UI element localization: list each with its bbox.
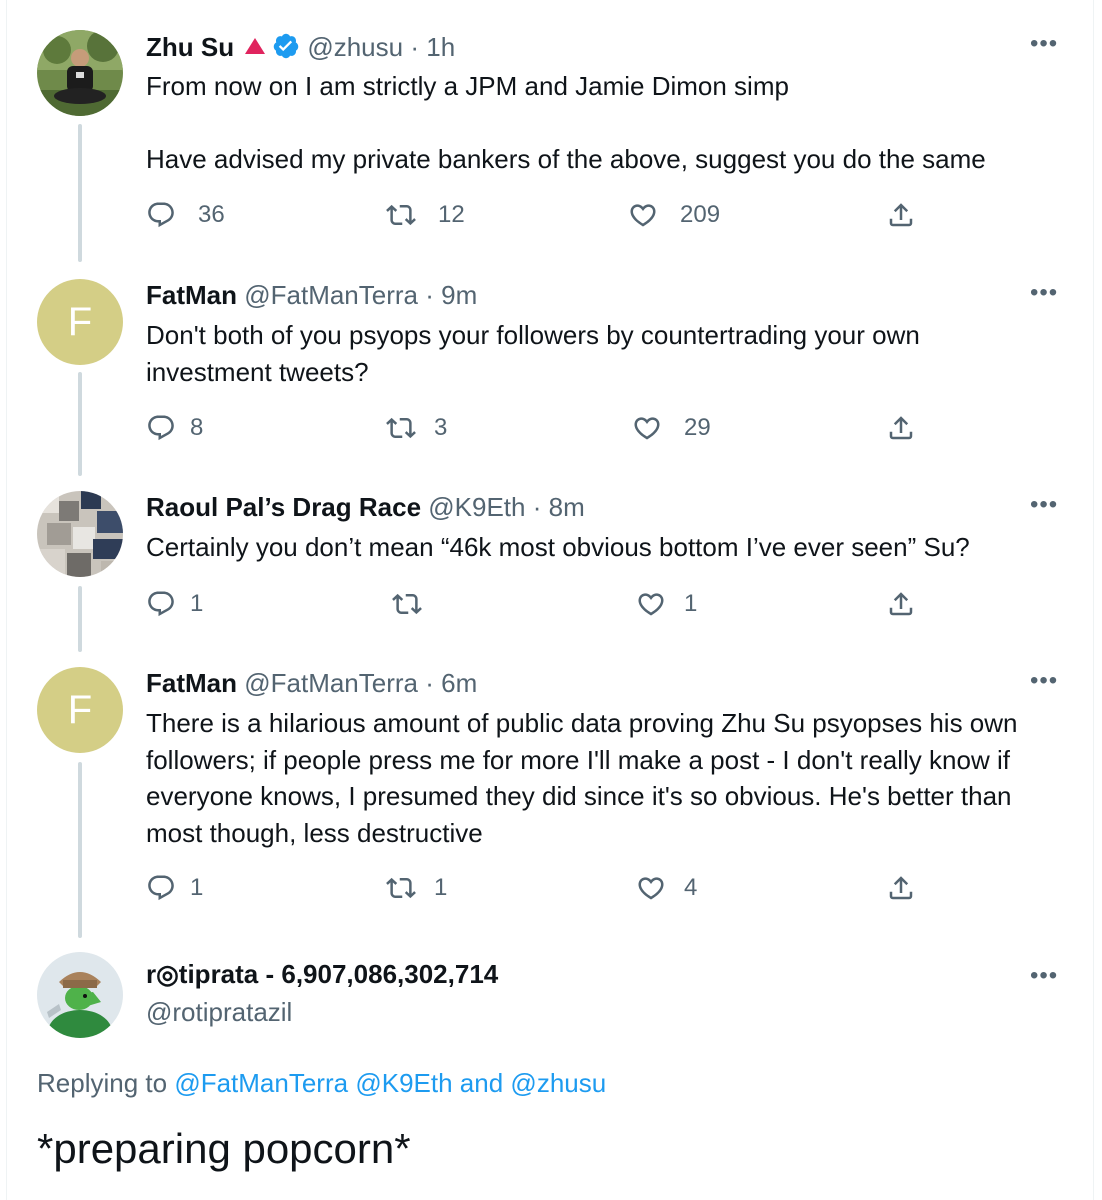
more-icon[interactable]: ••• bbox=[1030, 667, 1058, 695]
author-name[interactable]: FatMan bbox=[146, 280, 237, 310]
reply-count: 8 bbox=[190, 414, 204, 441]
avatar[interactable] bbox=[37, 491, 123, 577]
author-handle[interactable]: @zhusu bbox=[307, 32, 403, 62]
thread-line bbox=[78, 124, 82, 262]
like-button[interactable]: 29 bbox=[632, 413, 711, 443]
separator: · bbox=[425, 280, 434, 310]
author-name[interactable]: Raoul Pal’s Drag Race bbox=[146, 492, 421, 522]
share-button[interactable] bbox=[886, 413, 916, 443]
reply-count: 1 bbox=[190, 590, 204, 617]
tweet-header-handle: @rotipratazil bbox=[146, 996, 292, 1028]
retweet-icon bbox=[386, 204, 416, 226]
avatar[interactable] bbox=[37, 30, 123, 116]
share-icon bbox=[889, 876, 913, 900]
verified-badge-icon bbox=[272, 32, 300, 67]
retweet-count: 12 bbox=[438, 201, 465, 228]
avatar[interactable]: F bbox=[37, 667, 123, 753]
reply-count: 36 bbox=[198, 201, 225, 228]
replying-link[interactable]: @K9Eth bbox=[355, 1068, 452, 1098]
avatar[interactable] bbox=[37, 952, 123, 1038]
thread-line bbox=[78, 372, 82, 476]
timestamp[interactable]: 1h bbox=[426, 32, 455, 62]
reply-button[interactable]: 1 bbox=[146, 589, 203, 619]
tweet-header: Raoul Pal’s Drag Race @K9Eth · 8m bbox=[146, 491, 585, 523]
replying-prefix: Replying to bbox=[37, 1068, 168, 1098]
more-icon[interactable]: ••• bbox=[1030, 491, 1058, 519]
heart-icon bbox=[638, 593, 664, 616]
timestamp[interactable]: 8m bbox=[549, 492, 585, 522]
retweet-icon bbox=[386, 877, 416, 899]
like-button[interactable]: 209 bbox=[628, 200, 720, 230]
tweet-text: From now on I am strictly a JPM and Jami… bbox=[146, 71, 986, 174]
tweet-header: FatMan @FatManTerra · 6m bbox=[146, 667, 477, 699]
like-count: 29 bbox=[684, 414, 711, 441]
retweet-button[interactable] bbox=[392, 589, 444, 619]
reply-icon bbox=[148, 415, 174, 441]
more-icon[interactable]: ••• bbox=[1030, 279, 1058, 307]
focus-tweet-text: *preparing popcorn* bbox=[37, 1125, 411, 1172]
timestamp[interactable]: 9m bbox=[441, 280, 477, 310]
timestamp[interactable]: 6m bbox=[441, 668, 477, 698]
author-handle[interactable]: @FatManTerra bbox=[244, 280, 418, 310]
heart-icon bbox=[630, 204, 656, 227]
separator: · bbox=[532, 492, 542, 522]
like-count: 1 bbox=[684, 590, 698, 617]
like-button[interactable]: 1 bbox=[636, 589, 697, 619]
retweet-button[interactable]: 12 bbox=[386, 200, 465, 230]
author-name[interactable]: FatMan bbox=[146, 668, 237, 698]
tweet-text: Don't both of you psyops your followers … bbox=[146, 320, 920, 387]
thread-line bbox=[78, 586, 82, 652]
retweet-count: 1 bbox=[434, 874, 448, 901]
author-name[interactable]: r◎tiprata - 6,907,086,302,714 bbox=[146, 959, 498, 989]
reply-icon bbox=[148, 875, 174, 901]
author-name[interactable]: Zhu Su bbox=[146, 32, 234, 62]
retweet-icon bbox=[392, 593, 422, 615]
reply-button[interactable]: 36 bbox=[146, 200, 225, 230]
like-button[interactable]: 4 bbox=[636, 873, 697, 903]
tweet-actions: 8 3 29 bbox=[146, 413, 936, 449]
tweet-actions: 36 12 209 bbox=[146, 200, 936, 236]
heart-icon bbox=[634, 417, 660, 440]
reply-button[interactable]: 1 bbox=[146, 873, 203, 903]
share-button[interactable] bbox=[886, 589, 916, 619]
author-handle[interactable]: @FatManTerra bbox=[244, 668, 418, 698]
author-handle[interactable]: @K9Eth bbox=[428, 492, 525, 522]
more-icon[interactable]: ••• bbox=[1030, 962, 1058, 990]
tweet-header: r◎tiprata - 6,907,086,302,714 bbox=[146, 958, 498, 990]
separator: · bbox=[425, 668, 434, 698]
share-button[interactable] bbox=[886, 200, 916, 230]
share-icon bbox=[889, 592, 913, 616]
like-count: 209 bbox=[680, 201, 721, 228]
retweet-icon bbox=[386, 417, 416, 439]
share-icon bbox=[889, 416, 913, 440]
share-icon bbox=[889, 203, 913, 227]
like-count: 4 bbox=[684, 874, 698, 901]
more-icon[interactable]: ••• bbox=[1030, 30, 1058, 58]
replying-to: Replying to @FatManTerra @K9Eth and @zhu… bbox=[37, 1068, 606, 1099]
reply-count: 1 bbox=[190, 874, 204, 901]
tweet-header: FatMan @FatManTerra · 9m bbox=[146, 279, 477, 311]
retweet-count: 3 bbox=[434, 414, 448, 441]
tweet-header: Zhu Su @zhusu · 1h bbox=[146, 30, 455, 67]
retweet-button[interactable]: 3 bbox=[386, 413, 447, 443]
tweet-text: There is a hilarious amount of public da… bbox=[146, 708, 1018, 848]
replying-link[interactable]: @FatManTerra bbox=[174, 1068, 348, 1098]
tweet-actions: 1 1 4 bbox=[146, 873, 936, 909]
thread-line bbox=[78, 762, 82, 938]
tweet-text: Certainly you don’t mean “46k most obvio… bbox=[146, 532, 970, 562]
avatar[interactable]: F bbox=[37, 279, 123, 365]
retweet-button[interactable]: 1 bbox=[386, 873, 447, 903]
reply-button[interactable]: 8 bbox=[146, 413, 203, 443]
red-triangle-icon bbox=[244, 30, 266, 62]
reply-icon bbox=[148, 202, 174, 228]
replying-and[interactable]: and bbox=[460, 1068, 503, 1098]
share-button[interactable] bbox=[886, 873, 916, 903]
separator: · bbox=[410, 32, 420, 62]
heart-icon bbox=[638, 877, 664, 900]
tweet-actions: 1 1 bbox=[146, 589, 936, 625]
reply-icon bbox=[148, 591, 174, 617]
replying-link[interactable]: @zhusu bbox=[510, 1068, 606, 1098]
author-handle[interactable]: @rotipratazil bbox=[146, 997, 292, 1027]
